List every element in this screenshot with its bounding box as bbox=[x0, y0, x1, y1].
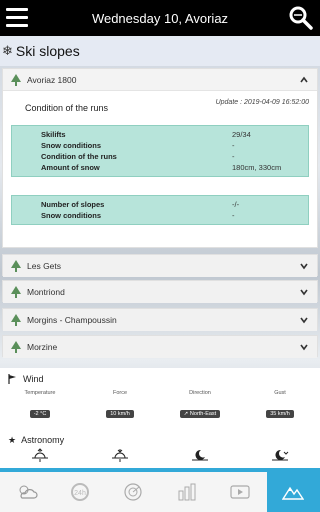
top-bar: Wednesday 10, Avoriaz bbox=[0, 0, 320, 36]
resort-header[interactable]: Les Gets bbox=[3, 255, 317, 277]
moonrise-icon bbox=[192, 449, 208, 461]
wind-panel: Wind Temperature -2 °C Force 10 km/h Dir… bbox=[0, 368, 320, 468]
tab-radar[interactable] bbox=[107, 472, 160, 512]
slopes-box: Number of slopes -/- Snow conditions - bbox=[11, 195, 309, 225]
info-row: Snow conditions - bbox=[41, 211, 235, 220]
info-row: Condition of the runs - bbox=[41, 152, 235, 161]
tree-icon bbox=[11, 341, 21, 353]
chevron-down-icon[interactable] bbox=[299, 315, 309, 325]
direction-badge: ➚ North-East bbox=[179, 410, 221, 418]
astronomy-header: ★ Astronomy bbox=[0, 432, 320, 448]
resort-header-avoriaz[interactable]: Avoriaz 1800 bbox=[3, 69, 317, 91]
wind-title: Wind bbox=[23, 374, 44, 384]
chevron-down-icon[interactable] bbox=[299, 287, 309, 297]
resort-name: Avoriaz 1800 bbox=[27, 74, 77, 85]
info-row: Snow conditions - bbox=[41, 141, 235, 150]
resort-panel-montriond: Montriond bbox=[2, 280, 318, 303]
24h-icon: 24h bbox=[70, 483, 89, 501]
tab-video[interactable] bbox=[213, 472, 266, 512]
resort-header[interactable]: Morzine bbox=[3, 336, 317, 358]
tree-icon bbox=[11, 73, 21, 86]
info-row: Number of slopes -/- bbox=[41, 200, 240, 209]
section-title: Ski slopes bbox=[15, 43, 80, 59]
resort-name: Morgins - Champoussin bbox=[27, 315, 117, 325]
tab-24h[interactable]: 24h bbox=[53, 472, 106, 512]
wind-columns: Temperature -2 °C Force 10 km/h Directio… bbox=[0, 390, 320, 420]
resort-name: Les Gets bbox=[27, 261, 62, 271]
resort-panel-les-gets: Les Gets bbox=[2, 254, 318, 277]
tab-weather[interactable] bbox=[0, 472, 53, 512]
radar-icon bbox=[124, 483, 142, 501]
resort-panel-morzine: Morzine bbox=[2, 335, 318, 358]
svg-text:24h: 24h bbox=[74, 490, 86, 497]
mountain-icon bbox=[282, 486, 305, 500]
snowflake-icon: ❄ bbox=[2, 43, 13, 58]
weather-icon bbox=[19, 485, 38, 499]
wind-direction: Direction ➚ North-East bbox=[160, 390, 240, 420]
info-row: Amount of snow 180cm, 330cm bbox=[41, 163, 282, 172]
sunset-icon bbox=[112, 449, 128, 462]
tab-chart[interactable] bbox=[160, 472, 213, 512]
info-row: Skilifts 29/34 bbox=[41, 130, 251, 139]
resort-name: Morzine bbox=[27, 342, 58, 352]
arrow-icon: ➚ bbox=[183, 411, 189, 417]
chevron-down-icon[interactable] bbox=[299, 342, 309, 352]
flag-icon bbox=[8, 374, 16, 384]
sunrise-icon bbox=[32, 448, 48, 462]
tree-icon bbox=[11, 260, 21, 272]
astronomy-icons bbox=[0, 448, 320, 462]
video-icon bbox=[230, 485, 250, 499]
update-timestamp: Update : 2019-04-09 16:52:00 bbox=[215, 99, 309, 106]
resort-header[interactable]: Morgins - Champoussin bbox=[3, 309, 317, 331]
gust-badge: 35 km/h bbox=[266, 410, 294, 418]
wind-force: Force 10 km/h bbox=[80, 390, 160, 420]
wind-gust: Gust 35 km/h bbox=[240, 390, 320, 420]
condition-title: Condition of the runs bbox=[25, 103, 109, 113]
resort-panel-morgins: Morgins - Champoussin bbox=[2, 308, 318, 331]
tree-icon bbox=[11, 314, 21, 326]
page-title: Wednesday 10, Avoriaz bbox=[91, 10, 229, 26]
tree-icon bbox=[11, 286, 21, 298]
menu-icon[interactable] bbox=[6, 8, 28, 28]
wind-temperature: Temperature -2 °C bbox=[24, 390, 56, 418]
wind-header: Wind bbox=[0, 368, 320, 390]
chart-icon bbox=[178, 483, 196, 501]
resort-name: Montriond bbox=[27, 287, 65, 297]
astronomy-title: Astronomy bbox=[21, 435, 65, 445]
moonset-icon bbox=[272, 449, 289, 461]
force-badge: 10 km/h bbox=[106, 410, 134, 418]
section-header: ❄ Ski slopes bbox=[0, 36, 320, 66]
chevron-down-icon[interactable] bbox=[299, 261, 309, 271]
chevron-up-icon[interactable] bbox=[299, 75, 309, 85]
search-icon[interactable] bbox=[288, 5, 314, 31]
star-icon: ★ bbox=[8, 434, 17, 445]
resort-panel-avoriaz: Avoriaz 1800 Condition of the runs Updat… bbox=[2, 68, 318, 248]
info-box: Skilifts 29/34 Snow conditions - Condition… bbox=[11, 125, 309, 177]
bottom-nav: 24h bbox=[0, 468, 320, 512]
temperature-badge: -2 °C bbox=[29, 410, 51, 418]
tab-mountain[interactable] bbox=[266, 472, 320, 512]
resort-header[interactable]: Montriond bbox=[3, 281, 317, 303]
